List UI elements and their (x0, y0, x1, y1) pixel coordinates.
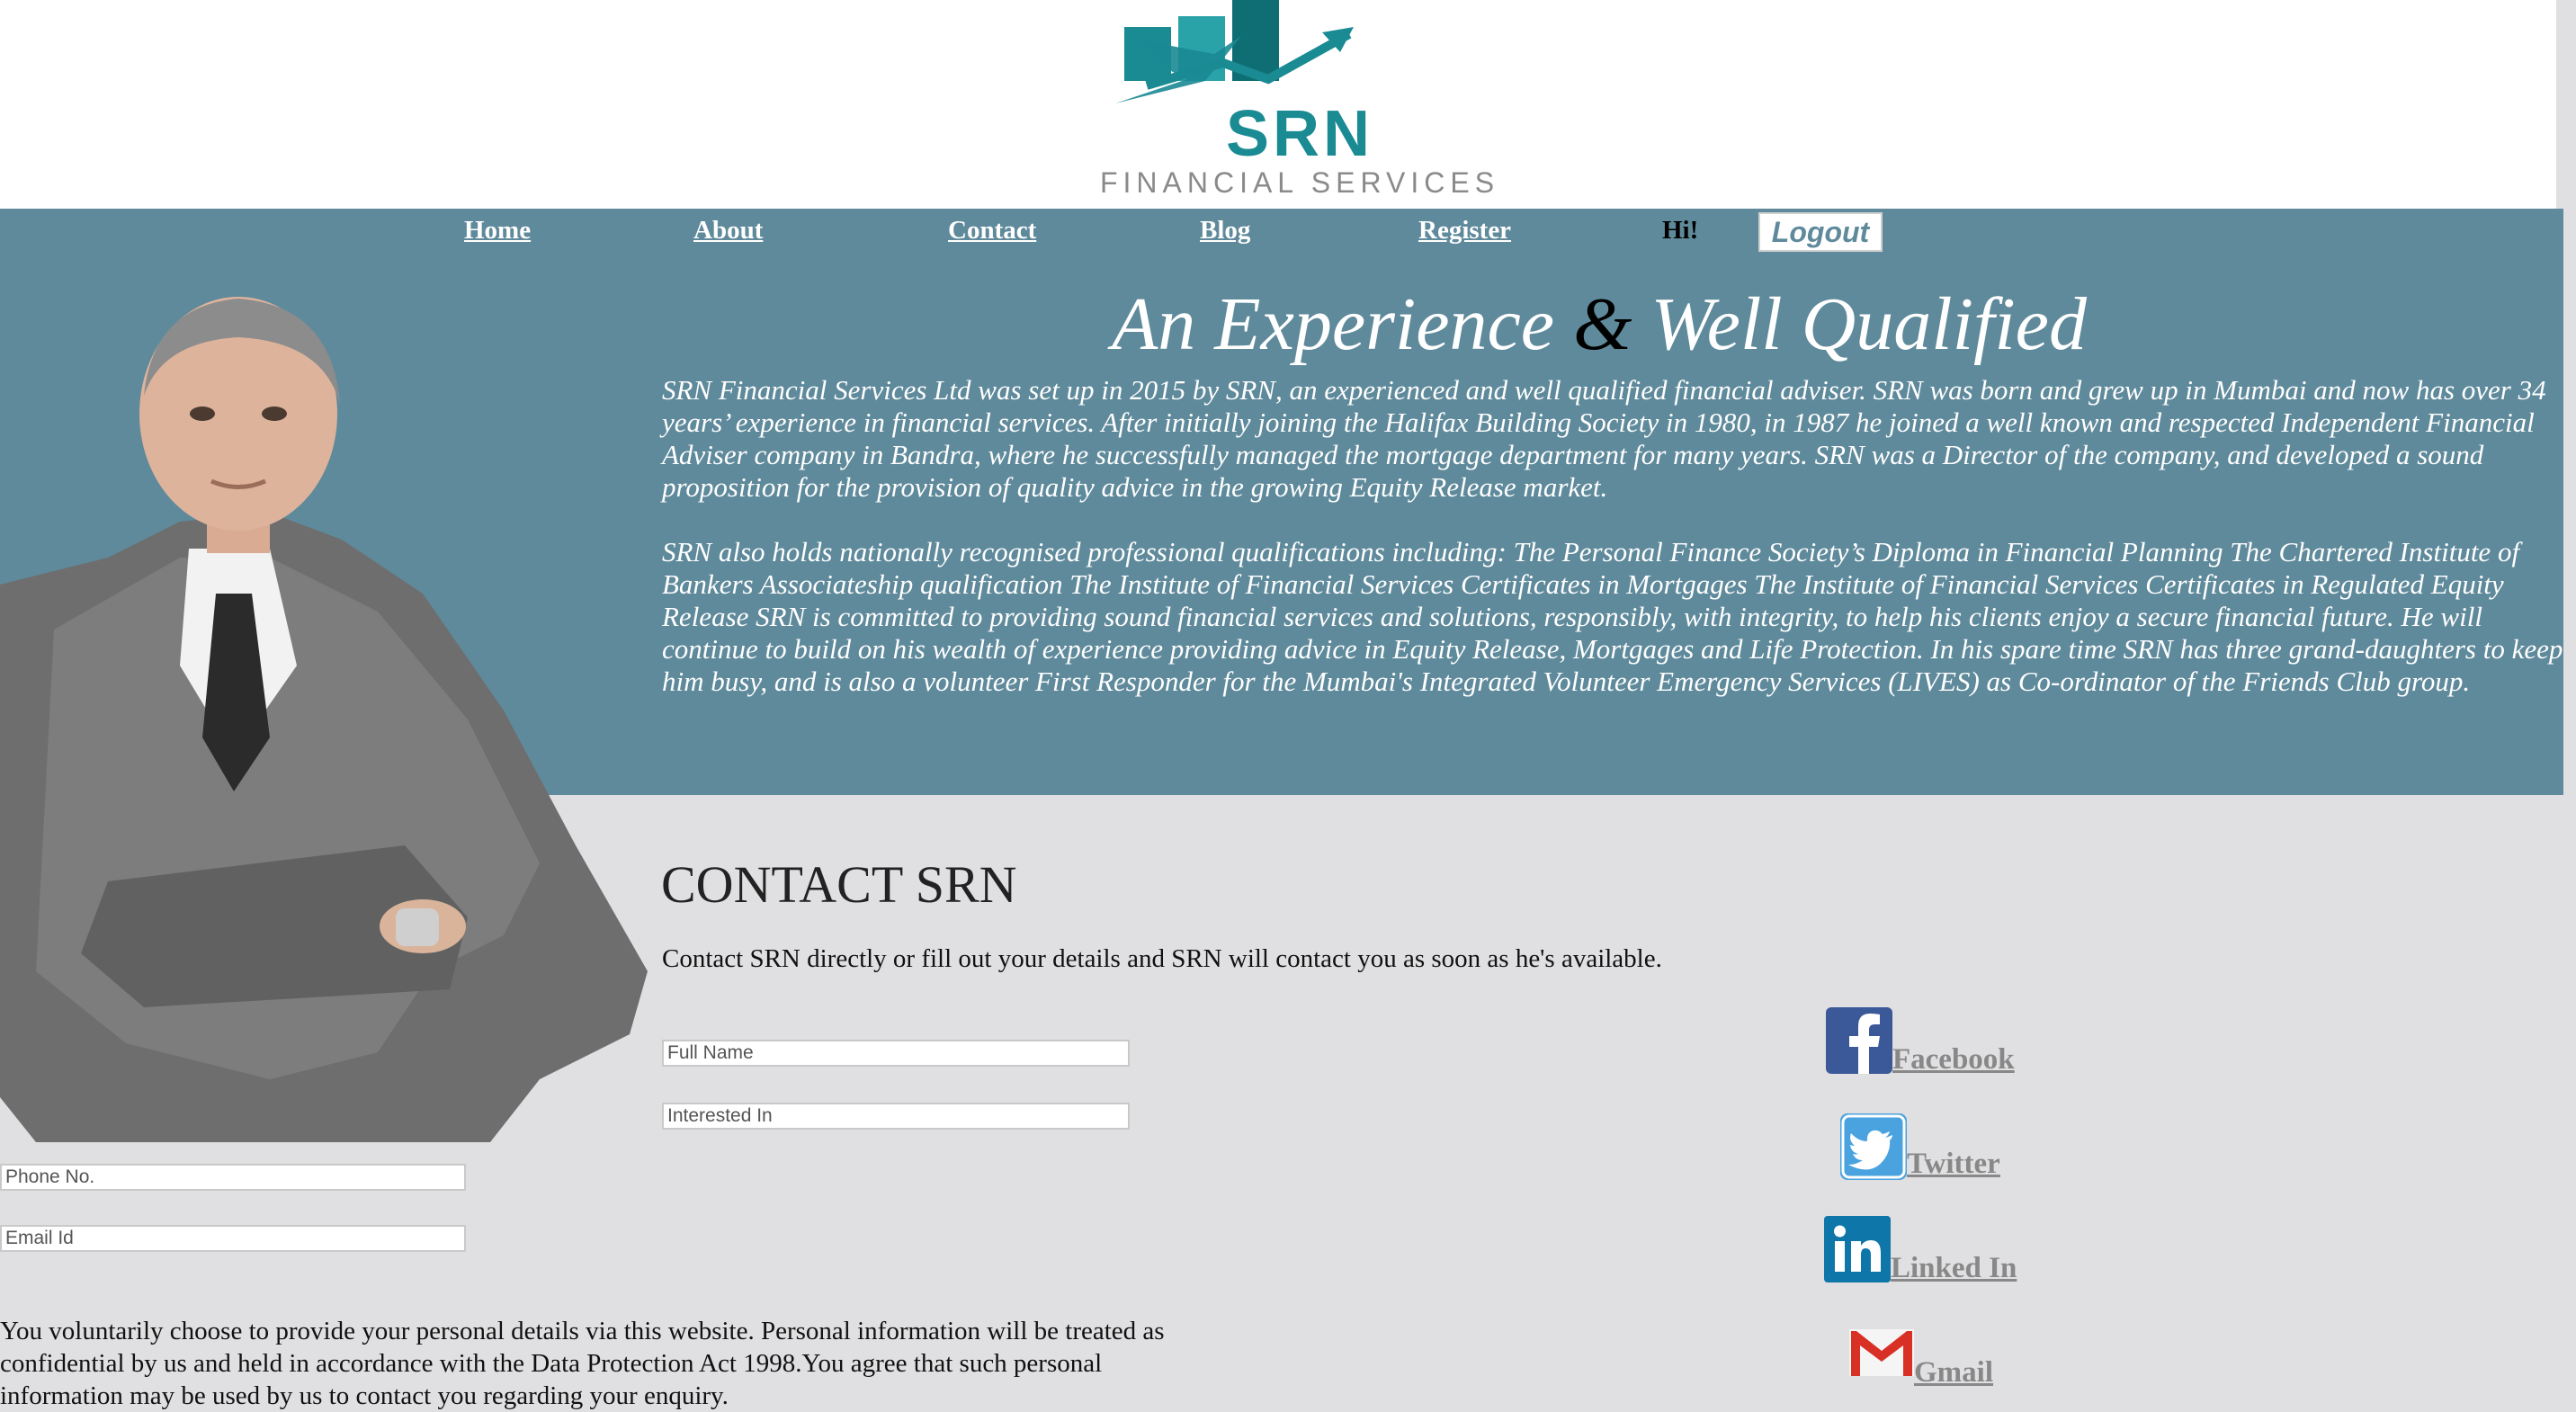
linkedin-link[interactable]: Linked In (1891, 1252, 2017, 1285)
phone-input[interactable] (0, 1164, 466, 1191)
twitter-icon[interactable] (1840, 1113, 1907, 1180)
nav-about[interactable]: About (693, 216, 763, 246)
contact-subtitle: Contact SRN directly or fill out your de… (662, 944, 1662, 973)
logout-button[interactable]: Logout (1758, 212, 1883, 252)
nav-home[interactable]: Home (464, 216, 531, 246)
nav-register[interactable]: Register (1418, 216, 1511, 246)
full-name-input[interactable] (662, 1040, 1130, 1067)
advisor-portrait (0, 297, 648, 1142)
twitter-link[interactable]: Twitter (1907, 1148, 2000, 1181)
email-input[interactable] (0, 1225, 466, 1252)
greeting-text: Hi! (1662, 216, 1699, 245)
about-paragraph: SRN also holds nationally recognised pro… (662, 536, 2563, 697)
gmail-icon[interactable] (1847, 1326, 1916, 1378)
linkedin-icon[interactable] (1824, 1216, 1891, 1282)
brand-name: SRN (1225, 98, 1373, 170)
facebook-icon[interactable] (1826, 1007, 1892, 1074)
nav-contact[interactable]: Contact (948, 216, 1036, 246)
contact-title: CONTACT SRN (661, 855, 1017, 914)
facebook-link[interactable]: Facebook (1892, 1043, 2015, 1077)
brand-tagline: FINANCIAL SERVICES (1099, 166, 1500, 199)
gmail-link[interactable]: Gmail (1914, 1356, 1993, 1390)
privacy-disclaimer: You voluntarily choose to provide your p… (0, 1317, 1165, 1410)
about-text: SRN Financial Services Ltd was set up in… (662, 374, 2563, 730)
about-paragraph: SRN Financial Services Ltd was set up in… (662, 374, 2546, 503)
interested-in-input[interactable] (662, 1103, 1130, 1130)
hero-headline: An Experience & Well Qualified (1112, 282, 2087, 366)
nav-blog[interactable]: Blog (1200, 216, 1250, 246)
